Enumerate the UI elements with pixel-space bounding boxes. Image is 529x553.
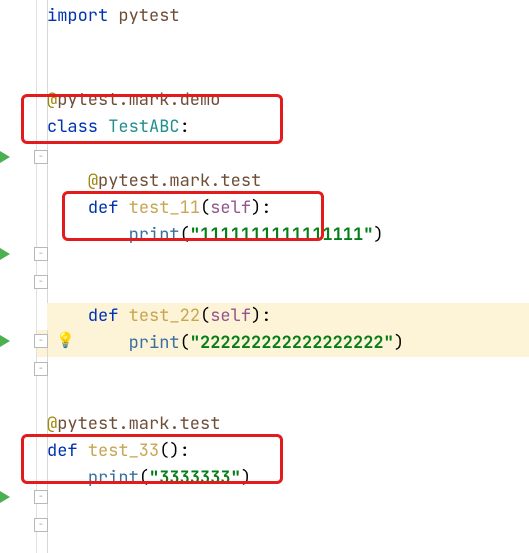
punct: ( — [159, 440, 169, 462]
code-line[interactable]: @pytest.mark.demo — [47, 87, 529, 114]
run-icon[interactable] — [0, 491, 10, 503]
decorator-at: @ — [88, 170, 98, 192]
punct: ) — [251, 197, 261, 219]
code-line[interactable] — [47, 276, 529, 303]
punct: : — [180, 440, 190, 462]
keyword: def — [88, 305, 119, 327]
string-literal: "222222222222222222" — [190, 332, 394, 354]
code-line[interactable]: def test_11(self): — [47, 195, 529, 222]
code-line[interactable]: print("222222222222222222") — [47, 330, 529, 357]
fold-icon[interactable]: − — [34, 275, 48, 289]
code-line[interactable]: class TestABC: — [47, 114, 529, 141]
run-icon[interactable] — [0, 151, 10, 163]
punct: : — [261, 305, 271, 327]
code-line[interactable] — [47, 33, 529, 60]
keyword: def — [47, 440, 78, 462]
keyword: def — [88, 197, 119, 219]
decorator-text: pytest.mark.test — [57, 413, 220, 435]
function-name: test_11 — [129, 197, 200, 219]
call-name: print — [129, 332, 180, 354]
function-name: test_22 — [129, 305, 200, 327]
code-line[interactable]: print("3333333") — [47, 465, 529, 492]
code-line[interactable]: @pytest.mark.test — [47, 411, 529, 438]
fold-icon[interactable]: − — [34, 334, 48, 348]
decorator-at: @ — [47, 413, 57, 435]
decorator-text: pytest.mark.demo — [57, 89, 220, 111]
punct: ) — [373, 224, 383, 246]
code-line[interactable]: import pytest — [47, 0, 529, 33]
code-editor[interactable]: import pytest @pytest.mark.demo class Te… — [47, 0, 529, 492]
punct: ) — [241, 467, 251, 489]
fold-icon[interactable]: − — [34, 247, 48, 261]
self-param: self — [210, 197, 251, 219]
decorator-at: @ — [47, 89, 57, 111]
punct: ( — [139, 467, 149, 489]
punct: ( — [200, 305, 210, 327]
code-line[interactable]: def test_33(): — [47, 438, 529, 465]
fold-icon[interactable]: − — [34, 490, 48, 504]
string-literal: "3333333" — [149, 467, 241, 489]
code-line[interactable] — [47, 60, 529, 87]
fold-icon[interactable]: − — [34, 362, 48, 376]
punct: ( — [200, 197, 210, 219]
code-line[interactable] — [47, 249, 529, 276]
keyword: import — [47, 5, 108, 27]
punct: ) — [251, 305, 261, 327]
code-line[interactable] — [47, 357, 529, 384]
punct: ( — [180, 224, 190, 246]
keyword: class — [47, 116, 98, 138]
function-name: test_33 — [88, 440, 159, 462]
call-name: print — [129, 224, 180, 246]
punct: ) — [394, 332, 404, 354]
code-line-highlighted[interactable]: def test_22(self): — [47, 303, 529, 330]
code-line[interactable]: @pytest.mark.test — [47, 168, 529, 195]
code-line[interactable] — [47, 384, 529, 411]
run-icon[interactable] — [0, 248, 10, 260]
decorator-text: pytest.mark.test — [98, 170, 261, 192]
punct: ) — [169, 440, 179, 462]
punct: : — [180, 116, 190, 138]
module-name: pytest — [118, 5, 179, 27]
punct: ( — [180, 332, 190, 354]
punct: : — [261, 197, 271, 219]
class-name: TestABC — [108, 116, 179, 138]
string-literal: "1111111111111111" — [190, 224, 374, 246]
gutter — [0, 0, 36, 553]
code-line[interactable]: print("1111111111111111") — [47, 222, 529, 249]
call-name: print — [88, 467, 139, 489]
code-line[interactable] — [47, 141, 529, 168]
run-icon[interactable] — [0, 335, 10, 347]
fold-icon[interactable]: − — [34, 150, 48, 164]
fold-icon[interactable]: − — [34, 518, 48, 532]
self-param: self — [210, 305, 251, 327]
